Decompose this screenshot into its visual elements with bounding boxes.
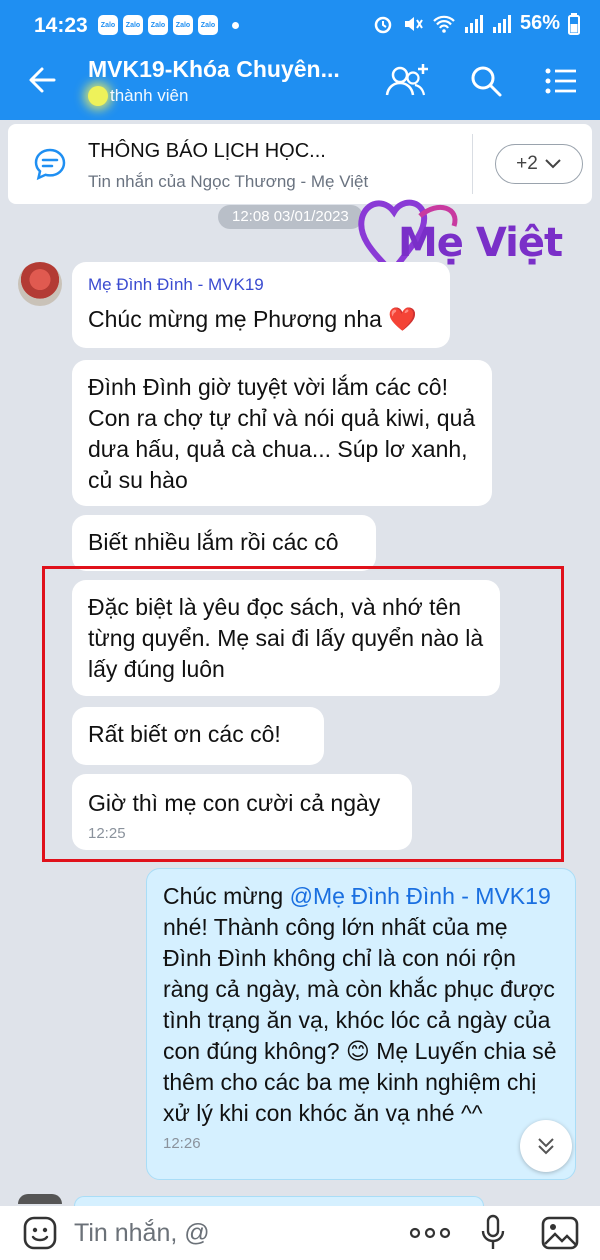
image-icon [541, 1216, 579, 1250]
list-menu-icon [545, 68, 576, 94]
arrow-left-icon [29, 67, 56, 93]
pinned-title: THÔNG BÁO LỊCH HỌC... [88, 140, 326, 162]
zalo-notification-icon: Zalo [123, 15, 143, 35]
chat-bubble-icon [34, 148, 66, 181]
voice-button[interactable] [478, 1214, 508, 1252]
message-text: Giờ thì mẹ con cười cả ngày [88, 790, 381, 816]
microphone-icon [481, 1214, 505, 1249]
divider [472, 134, 473, 194]
add-person-icon [385, 64, 428, 96]
add-member-button[interactable] [384, 58, 430, 104]
watermark-logo: Mẹ Việt [398, 220, 563, 266]
partial-avatar [18, 1194, 62, 1204]
reply-prefix: Chúc mừng [163, 883, 290, 909]
more-pinned-button[interactable]: +2 [495, 144, 583, 184]
mute-icon [404, 16, 423, 31]
message-bubble[interactable]: Rất biết ơn các cô! [72, 707, 324, 765]
back-button[interactable] [24, 60, 64, 100]
more-pinned-count: +2 [516, 153, 538, 174]
message-input[interactable]: Tin nhắn, @ [74, 1219, 210, 1248]
search-button[interactable] [463, 58, 509, 104]
signal-icon [492, 14, 511, 33]
mention-link[interactable]: @Mẹ Đình Đình - MVK19 [290, 883, 551, 909]
battery-level: 56% [519, 12, 560, 34]
date-separator: 12:08 03/01/2023 [218, 205, 363, 229]
double-chevron-down-icon [538, 1138, 554, 1155]
message-time: 12:26 [163, 1135, 201, 1152]
image-button[interactable] [540, 1214, 580, 1252]
notification-icons: Zalo Zalo Zalo Zalo Zalo [98, 15, 218, 35]
message-text: Đặc biệt là yêu đọc sách, và nhớ tên từn… [88, 594, 484, 682]
message-input-bar: Tin nhắn, @ [0, 1206, 600, 1260]
battery-icon [568, 12, 580, 35]
zalo-notification-icon: Zalo [198, 15, 218, 35]
message-text: Biết nhiều lắm rồi các cô [88, 529, 339, 555]
message-bubble[interactable]: Biết nhiều lắm rồi các cô [72, 515, 376, 571]
menu-button[interactable] [538, 58, 584, 104]
message-text: Rất biết ơn các cô! [88, 721, 281, 747]
message-text: Chúc mừng @Mẹ Đình Đình - MVK19 nhé! Thà… [163, 881, 559, 1129]
alarm-icon [374, 16, 392, 33]
message-bubble[interactable]: Đình Đình giờ tuyệt vời lắm các cô! Con … [72, 360, 492, 506]
chat-navbar: MVK19-Khóa Chuyên... thành viên [0, 50, 600, 120]
partial-message-bubble [74, 1196, 484, 1206]
wifi-icon [433, 15, 455, 33]
message-bubble[interactable]: Giờ thì mẹ con cười cả ngày 12:25 [72, 774, 412, 850]
status-bar: 14:23 Zalo Zalo Zalo Zalo Zalo 56% [0, 0, 600, 50]
highlight-marker [88, 86, 108, 106]
message-time: 12:25 [88, 825, 126, 842]
more-options-button[interactable] [408, 1214, 452, 1252]
message-text: Đình Đình giờ tuyệt vời lắm các cô! Con … [88, 374, 476, 493]
member-count[interactable]: thành viên [88, 86, 188, 106]
status-time: 14:23 [34, 14, 88, 37]
zalo-notification-icon: Zalo [173, 15, 193, 35]
sender-name[interactable]: Mẹ Đình Đình - MVK19 [88, 274, 434, 296]
signal-icon [464, 14, 483, 33]
message-text: Chúc mừng mẹ Phương nha ❤️ [88, 306, 417, 332]
system-indicators: 56% [372, 12, 580, 35]
message-bubble[interactable]: Mẹ Đình Đình - MVK19 Chúc mừng mẹ Phương… [72, 262, 450, 348]
chat-title[interactable]: MVK19-Khóa Chuyên... [88, 56, 340, 83]
more-notifications-dot [232, 22, 239, 29]
reply-body: nhé! Thành công lớn nhất của mẹ Đình Đìn… [163, 914, 557, 1126]
scroll-to-bottom-button[interactable] [520, 1120, 572, 1172]
zalo-notification-icon: Zalo [98, 15, 118, 35]
chevron-down-icon [545, 159, 561, 169]
emoji-icon[interactable] [22, 1215, 58, 1251]
zalo-notification-icon: Zalo [148, 15, 168, 35]
app-header: 14:23 Zalo Zalo Zalo Zalo Zalo 56% MVK19… [0, 0, 600, 120]
member-label: thành viên [110, 86, 189, 105]
search-icon [471, 66, 502, 97]
pinned-subtitle: Tin nhắn của Ngọc Thương - Mẹ Việt [88, 172, 369, 191]
message-bubble[interactable]: Đặc biệt là yêu đọc sách, và nhớ tên từn… [72, 580, 500, 696]
outgoing-message-bubble[interactable]: Chúc mừng @Mẹ Đình Đình - MVK19 nhé! Thà… [146, 868, 576, 1180]
ellipsis-icon [409, 1227, 451, 1239]
sender-avatar[interactable] [18, 262, 62, 306]
